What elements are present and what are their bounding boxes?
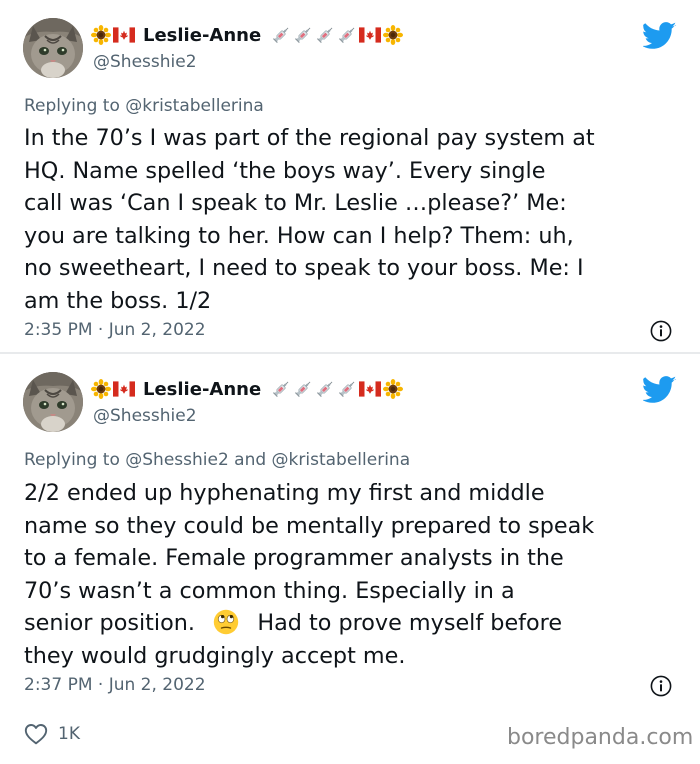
tweet-text-line: you are talking to her. How can I help? …: [24, 222, 574, 249]
avatar[interactable]: [23, 18, 83, 78]
canada-flag-icon: [359, 381, 381, 397]
tweet-text-line: to a female. Female programmer analysts …: [24, 545, 564, 571]
canada-flag-icon: [113, 27, 135, 43]
syringe-icon: [293, 25, 313, 45]
info-icon[interactable]: [650, 675, 672, 697]
tweet-text-line: 2/2 ended up hyphenating my first and mi…: [24, 480, 545, 506]
tweet-text-line: HQ. Name spelled ‘the boys way’. Every s…: [24, 157, 546, 184]
cat-avatar-icon: [23, 372, 83, 432]
rolling-eyes-face-icon: [213, 609, 239, 635]
like-count: 1K: [58, 724, 80, 744]
heart-icon[interactable]: [24, 723, 48, 745]
tweet-text-line: they would grudgingly accept me.: [24, 642, 406, 669]
tweet-text-line: name so they could be mentally prepared …: [24, 512, 595, 539]
author-name[interactable]: Leslie-Anne: [143, 379, 261, 400]
tweet-text-line: senior position. Had to prove myself bef…: [24, 607, 684, 640]
tweet-timestamp[interactable]: 2:35 PM · Jun 2, 2022: [24, 320, 206, 340]
author-name-row[interactable]: Leslie-Anne: [91, 22, 405, 48]
syringe-icon: [337, 25, 357, 45]
replying-to: Replying to @Shesshie2 and @kristabeller…: [24, 450, 410, 470]
sunflower-icon: [91, 379, 111, 399]
replying-to: Replying to @kristabellerina: [24, 96, 264, 116]
tweet-text-fragment: senior position.: [24, 610, 210, 636]
author-name-row[interactable]: Leslie-Anne: [91, 376, 405, 402]
reply-prefix: Replying to: [24, 96, 120, 116]
tweet-timestamp[interactable]: 2:37 PM · Jun 2, 2022: [24, 675, 206, 695]
syringe-icon: [315, 379, 335, 399]
tweet-text-line: In the 70’s I was part of the regional p…: [24, 125, 595, 151]
sunflower-icon: [383, 25, 403, 45]
syringe-icon: [337, 379, 357, 399]
watermark: boredpanda.com: [507, 725, 694, 750]
tweet-text: 2/2 ended up hyphenating my first and mi…: [24, 477, 684, 672]
syringe-icon: [293, 379, 313, 399]
author-handle[interactable]: @Shesshie2: [93, 52, 197, 72]
tweet-text-line: no sweetheart, I need to speak to your b…: [24, 255, 584, 281]
twitter-bird-icon[interactable]: [643, 376, 677, 404]
info-icon[interactable]: [650, 320, 672, 342]
avatar[interactable]: [23, 372, 83, 432]
tweet-text-line: am the boss. 1/2: [24, 287, 212, 314]
canada-flag-icon: [359, 27, 381, 43]
sunflower-icon: [383, 379, 403, 399]
syringe-icon: [315, 25, 335, 45]
tweet-text-line: 70’s wasn’t a common thing. Especially i…: [24, 577, 515, 604]
syringe-icon: [271, 25, 291, 45]
like-action[interactable]: 1K: [24, 723, 80, 745]
tweet-text-fragment: Had to prove myself before: [243, 610, 563, 636]
canada-flag-icon: [113, 381, 135, 397]
reply-mention[interactable]: @Shesshie2 and @kristabellerina: [125, 450, 410, 470]
tweet-1[interactable]: Leslie-Anne @Shesshie2 Replying to @kris…: [0, 0, 700, 352]
syringe-icon: [271, 379, 291, 399]
tweet-text-line: call was ‘Can I speak to Mr. Leslie …ple…: [24, 190, 567, 216]
tweet-2[interactable]: Leslie-Anne @Shesshie2 Replying to @Shes…: [0, 354, 700, 704]
author-handle[interactable]: @Shesshie2: [93, 406, 197, 426]
cat-avatar-icon: [23, 18, 83, 78]
twitter-bird-icon[interactable]: [643, 22, 677, 50]
tweet-text: In the 70’s I was part of the regional p…: [24, 122, 684, 317]
sunflower-icon: [91, 25, 111, 45]
author-name[interactable]: Leslie-Anne: [143, 25, 261, 46]
reply-mention[interactable]: @kristabellerina: [125, 96, 264, 116]
reply-prefix: Replying to: [24, 450, 120, 470]
